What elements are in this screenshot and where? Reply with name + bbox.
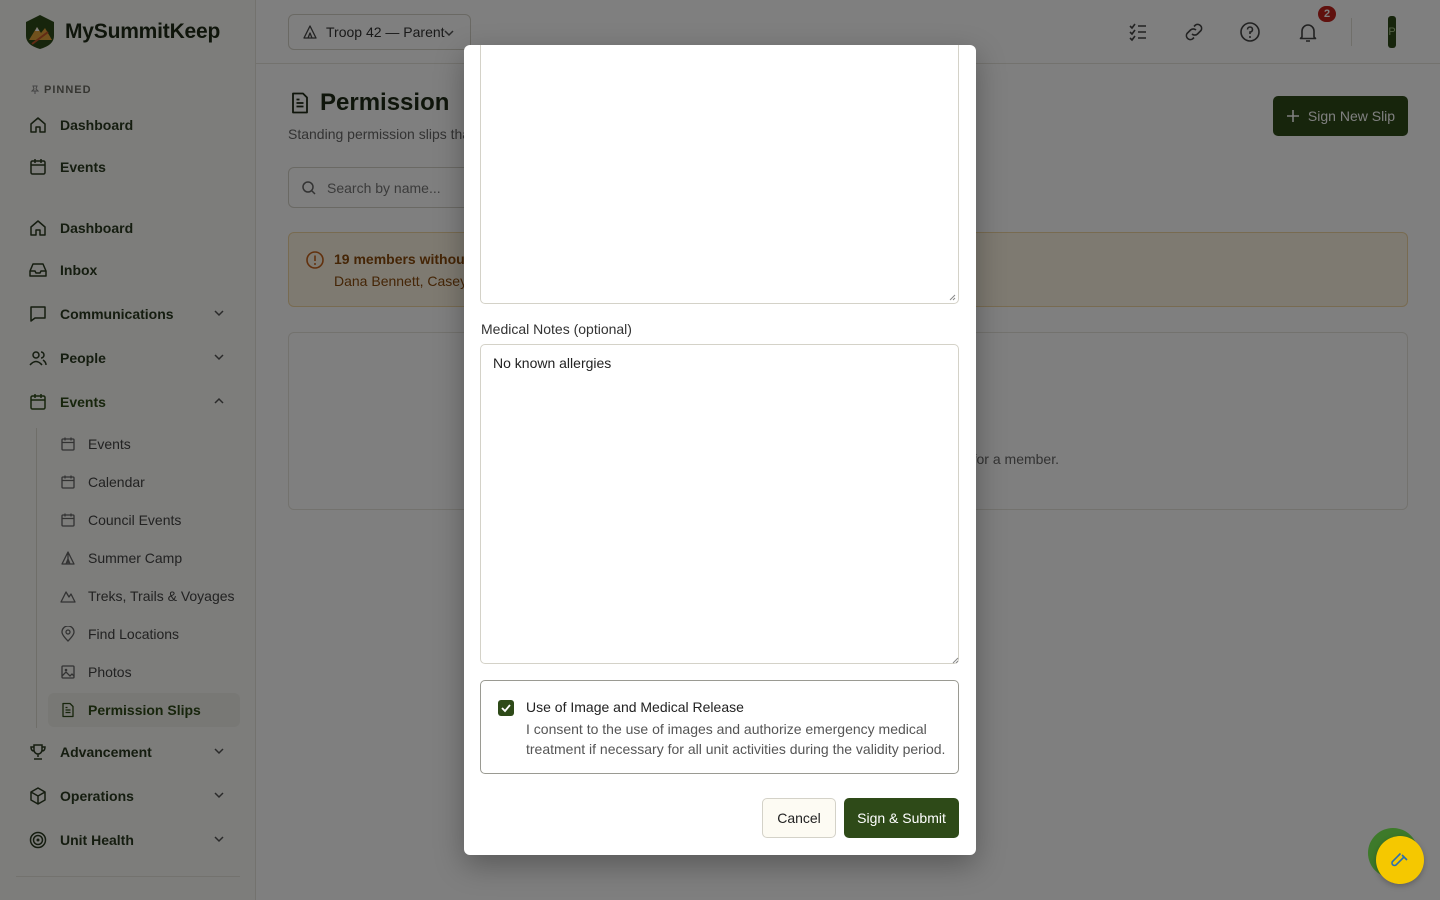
sign-slip-modal: Medical Notes (optional) Use of Image an… xyxy=(464,45,976,855)
test-tube-fab-button[interactable] xyxy=(1376,836,1424,884)
sign-submit-button[interactable]: Sign & Submit xyxy=(844,798,959,838)
consent-checkbox[interactable] xyxy=(498,700,514,716)
medical-notes-field[interactable] xyxy=(480,344,959,664)
cancel-button[interactable]: Cancel xyxy=(762,798,836,838)
consent-box: Use of Image and Medical Release I conse… xyxy=(480,680,959,774)
medical-notes-label: Medical Notes (optional) xyxy=(481,321,632,337)
textarea-above[interactable] xyxy=(480,45,959,304)
resize-handle-icon[interactable] xyxy=(951,656,959,664)
resize-handle-icon[interactable] xyxy=(948,293,956,301)
check-icon xyxy=(501,704,511,713)
test-tube-icon xyxy=(1391,852,1408,867)
consent-title: Use of Image and Medical Release xyxy=(526,699,744,715)
consent-description: I consent to the use of images and autho… xyxy=(526,721,946,757)
